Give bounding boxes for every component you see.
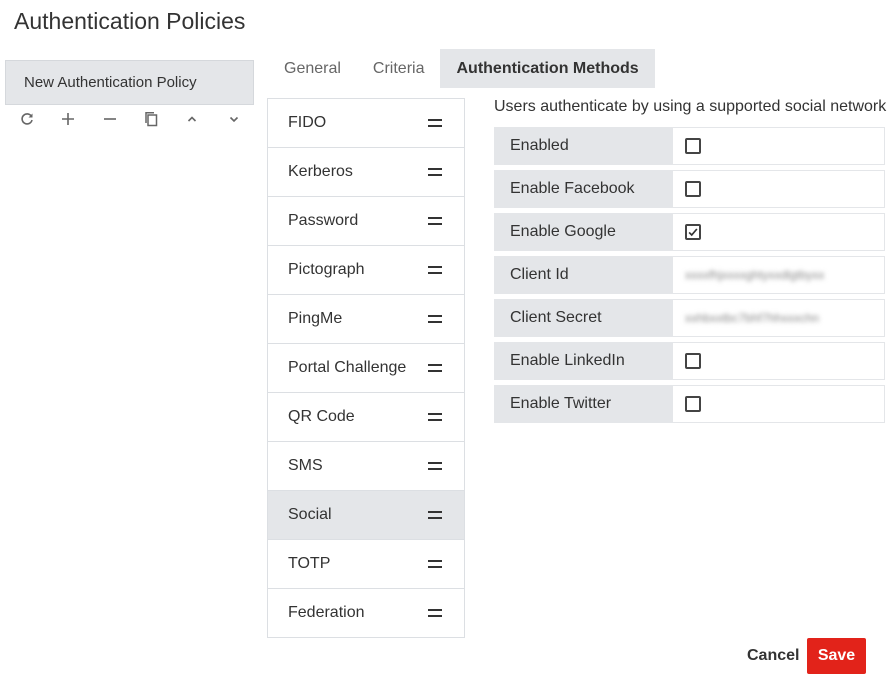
method-item-pingme[interactable]: PingMe [268, 295, 464, 344]
method-item-federation[interactable]: Federation [268, 589, 464, 638]
client-id-value: xxxxfhjxxxxghtyxxdlgtbyxx [685, 268, 825, 282]
setting-row-enable-linkedin: Enable LinkedIn [494, 342, 893, 380]
method-label: Password [288, 212, 359, 229]
policy-item-label: New Authentication Policy [24, 74, 197, 91]
page-title: Authentication Policies [14, 8, 246, 34]
method-label: Kerberos [288, 163, 353, 180]
chevron-down-icon[interactable] [223, 108, 245, 130]
policy-list-item[interactable]: New Authentication Policy [5, 60, 254, 105]
method-item-sms[interactable]: SMS [268, 442, 464, 491]
tab-authentication-methods[interactable]: Authentication Methods [440, 49, 655, 88]
method-item-qr-code[interactable]: QR Code [268, 393, 464, 442]
setting-label: Enable Facebook [494, 170, 673, 208]
method-label: Federation [288, 604, 365, 621]
method-item-kerberos[interactable]: Kerberos [268, 148, 464, 197]
drag-handle-icon[interactable] [428, 462, 442, 470]
client-secret-value: xxhbxxtbc7bhf7hhxxxchn [685, 311, 820, 325]
setting-label: Enable Twitter [494, 385, 673, 423]
setting-label: Enabled [494, 127, 673, 165]
method-label: SMS [288, 457, 323, 474]
client-id-field[interactable]: xxxxfhjxxxxghtyxxdlgtbyxx [673, 256, 885, 294]
drag-handle-icon[interactable] [428, 315, 442, 323]
cancel-button[interactable]: Cancel [741, 642, 805, 670]
checkmark-icon [688, 228, 698, 237]
copy-icon[interactable] [140, 108, 162, 130]
setting-label: Enable Google [494, 213, 673, 251]
setting-row-enable-facebook: Enable Facebook [494, 170, 893, 208]
drag-handle-icon[interactable] [428, 217, 442, 225]
drag-handle-icon[interactable] [428, 364, 442, 372]
method-label: FIDO [288, 114, 327, 131]
chevron-up-icon[interactable] [181, 108, 203, 130]
setting-row-enabled: Enabled [494, 127, 893, 165]
methods-list: FIDO Kerberos Password Pictograph PingMe… [267, 98, 465, 638]
method-label: Social [288, 506, 332, 523]
refresh-icon[interactable] [16, 108, 38, 130]
drag-handle-icon[interactable] [428, 609, 442, 617]
setting-label: Enable LinkedIn [494, 342, 673, 380]
drag-handle-icon[interactable] [428, 560, 442, 568]
tab-criteria[interactable]: Criteria [357, 49, 441, 88]
plus-icon[interactable] [57, 108, 79, 130]
drag-handle-icon[interactable] [428, 266, 442, 274]
method-item-pictograph[interactable]: Pictograph [268, 246, 464, 295]
method-item-totp[interactable]: TOTP [268, 540, 464, 589]
setting-row-enable-twitter: Enable Twitter [494, 385, 893, 423]
setting-label: Client Secret [494, 299, 673, 337]
enable-google-checkbox[interactable] [685, 224, 701, 240]
setting-label: Client Id [494, 256, 673, 294]
client-secret-field[interactable]: xxhbxxtbc7bhf7hhxxxchn [673, 299, 885, 337]
save-button[interactable]: Save [807, 638, 866, 674]
settings-description: Users authenticate by using a supported … [494, 98, 887, 115]
method-item-portal-challenge[interactable]: Portal Challenge [268, 344, 464, 393]
setting-row-client-id: Client Id xxxxfhjxxxxghtyxxdlgtbyxx [494, 256, 893, 294]
method-label: PingMe [288, 310, 343, 327]
drag-handle-icon[interactable] [428, 168, 442, 176]
tab-bar: General Criteria Authentication Methods [268, 49, 655, 88]
method-label: QR Code [288, 408, 355, 425]
setting-row-client-secret: Client Secret xxhbxxtbc7bhf7hhxxxchn [494, 299, 893, 337]
drag-handle-icon[interactable] [428, 413, 442, 421]
method-label: Portal Challenge [288, 359, 407, 376]
enable-twitter-checkbox[interactable] [685, 396, 701, 412]
enable-linkedin-checkbox[interactable] [685, 353, 701, 369]
drag-handle-icon[interactable] [428, 511, 442, 519]
method-item-social[interactable]: Social [268, 491, 464, 540]
drag-handle-icon[interactable] [428, 119, 442, 127]
enable-facebook-checkbox[interactable] [685, 181, 701, 197]
setting-row-enable-google: Enable Google [494, 213, 893, 251]
method-label: Pictograph [288, 261, 365, 278]
enabled-checkbox[interactable] [685, 138, 701, 154]
method-item-password[interactable]: Password [268, 197, 464, 246]
policy-toolbar [14, 108, 254, 130]
social-settings-panel: Users authenticate by using a supported … [494, 98, 893, 423]
method-item-fido[interactable]: FIDO [268, 99, 464, 148]
method-label: TOTP [288, 555, 331, 572]
tab-general[interactable]: General [268, 49, 357, 88]
minus-icon[interactable] [99, 108, 121, 130]
